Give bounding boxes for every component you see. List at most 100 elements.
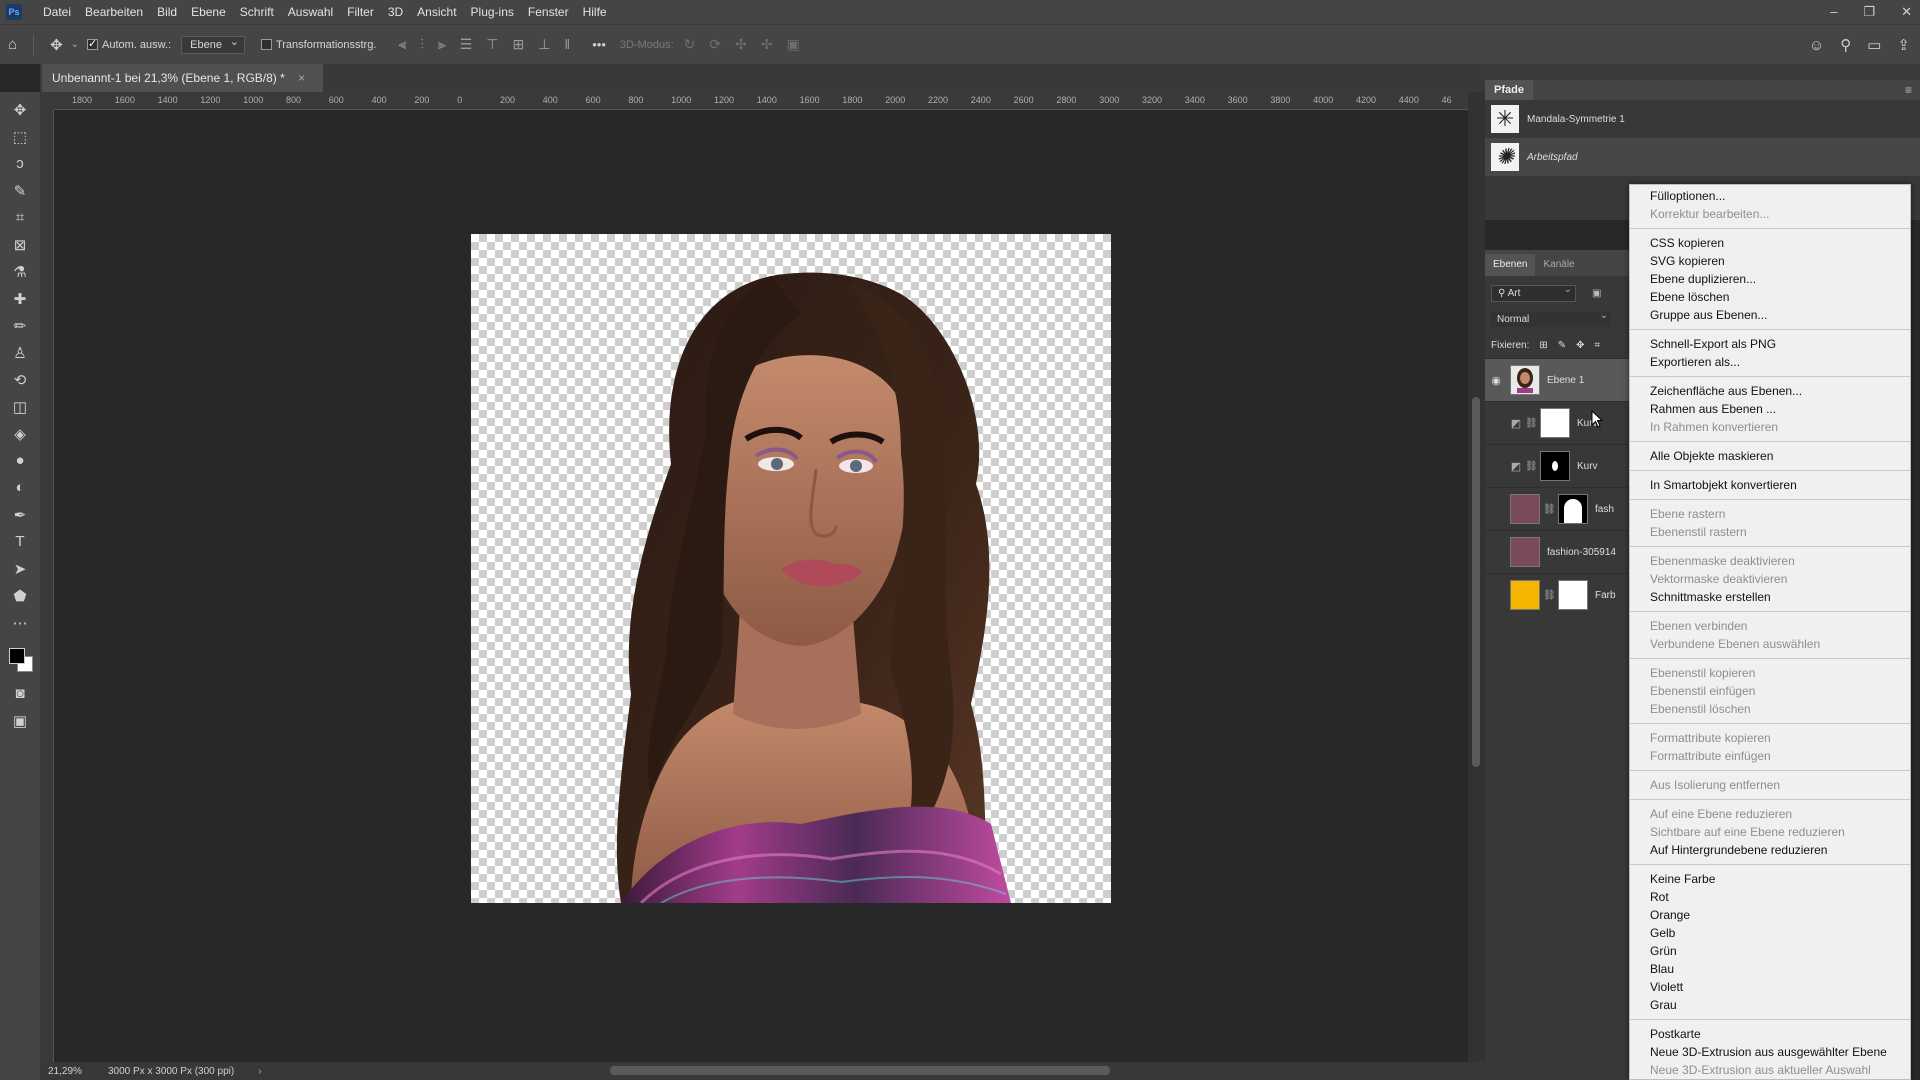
filter-image-icon[interactable]: ▣ bbox=[1592, 288, 1601, 299]
brush-tool-icon[interactable]: ✏ bbox=[5, 312, 35, 339]
align-left-icon[interactable]: ⫷ bbox=[398, 36, 406, 53]
transform-controls-checkbox[interactable]: Transformationsstrg. bbox=[260, 39, 376, 51]
blur-tool-icon[interactable]: ● bbox=[5, 447, 35, 474]
align-right-icon[interactable]: ⫸ bbox=[438, 36, 446, 53]
minimize-button[interactable]: – bbox=[1830, 0, 1837, 24]
panel-collapse-strip[interactable] bbox=[1485, 64, 1920, 80]
panel-menu-icon[interactable]: ≡ bbox=[1905, 83, 1912, 97]
context-menu-item[interactable]: Violett bbox=[1630, 978, 1910, 996]
context-menu-item[interactable]: Grün bbox=[1630, 942, 1910, 960]
menu-datei[interactable]: Datei bbox=[36, 0, 78, 24]
context-menu-item[interactable]: Postkarte bbox=[1630, 1025, 1910, 1043]
layer-row[interactable]: ◩ ⛓ Kurv bbox=[1485, 444, 1630, 487]
layer-row[interactable]: ◩ ⛓ Kurv bbox=[1485, 401, 1630, 444]
user-icon[interactable]: ☺ bbox=[1809, 37, 1824, 54]
horizontal-ruler[interactable]: 1800 1600 1400 1200 1000 800 600 400 200 0 200 400 6… bbox=[54, 92, 1484, 110]
lasso-tool-icon[interactable]: ↄ bbox=[5, 150, 35, 177]
menu-hilfe[interactable]: Hilfe bbox=[576, 0, 614, 24]
scrollbar-thumb[interactable] bbox=[1472, 397, 1480, 767]
context-menu-item[interactable]: Alle Objekte maskieren bbox=[1630, 447, 1910, 465]
layer-row[interactable]: ⛓ Farb bbox=[1485, 573, 1630, 616]
align-middle-icon[interactable]: ⊞ bbox=[512, 36, 524, 53]
marquee-tool-icon[interactable]: ⬚ bbox=[5, 123, 35, 150]
history-brush-tool-icon[interactable]: ⟲ bbox=[5, 366, 35, 393]
shape-tool-icon[interactable]: ⬟ bbox=[5, 582, 35, 609]
lock-artboard-icon[interactable]: ⌗ bbox=[1595, 340, 1601, 351]
context-menu-item[interactable]: In Smartobjekt konvertieren bbox=[1630, 476, 1910, 494]
context-menu-item[interactable]: Grau bbox=[1630, 996, 1910, 1014]
3d-roll-icon[interactable]: ⟳ bbox=[709, 36, 721, 53]
context-menu-item[interactable]: Schnittmaske erstellen bbox=[1630, 588, 1910, 606]
tool-preset-chevron-icon[interactable]: ⌄ bbox=[71, 39, 79, 50]
quick-selection-tool-icon[interactable]: ✎ bbox=[5, 177, 35, 204]
menu-3d[interactable]: 3D bbox=[381, 0, 410, 24]
more-tools-icon[interactable]: ⋯ bbox=[5, 609, 35, 636]
document-info[interactable]: 3000 Px x 3000 Px (300 ppi) bbox=[108, 1066, 234, 1077]
checkbox-checked-icon[interactable] bbox=[87, 37, 99, 50]
context-menu-item[interactable]: Blau bbox=[1630, 960, 1910, 978]
context-menu-item[interactable]: Rot bbox=[1630, 888, 1910, 906]
path-selection-tool-icon[interactable]: ➤ bbox=[5, 555, 35, 582]
3d-orbit-icon[interactable]: ↻ bbox=[684, 36, 696, 53]
context-menu-item[interactable]: Orange bbox=[1630, 906, 1910, 924]
close-tab-icon[interactable]: × bbox=[298, 71, 305, 85]
color-swatches[interactable] bbox=[5, 640, 35, 680]
context-menu-item[interactable]: Gruppe aus Ebenen... bbox=[1630, 306, 1910, 324]
context-menu-item[interactable]: SVG kopieren bbox=[1630, 252, 1910, 270]
menu-auswahl[interactable]: Auswahl bbox=[281, 0, 340, 24]
home-icon[interactable]: ⌂ bbox=[8, 36, 17, 53]
lock-pixels-icon[interactable]: ✎ bbox=[1558, 340, 1566, 351]
lock-transparency-icon[interactable]: ⊞ bbox=[1539, 340, 1547, 351]
crop-tool-icon[interactable]: ⌗ bbox=[5, 204, 35, 231]
move-tool-icon[interactable]: ✥ bbox=[50, 36, 63, 54]
3d-camera-icon[interactable]: ▣ bbox=[787, 36, 800, 53]
path-item[interactable]: ✺ Arbeitspfad bbox=[1485, 138, 1920, 176]
lock-position-icon[interactable]: ✥ bbox=[1576, 340, 1584, 351]
share-icon[interactable]: ⇪ bbox=[1897, 36, 1910, 54]
tab-ebenen[interactable]: Ebenen bbox=[1485, 254, 1536, 276]
menu-plugins[interactable]: Plug-ins bbox=[464, 0, 521, 24]
context-menu-item[interactable]: Ebene duplizieren... bbox=[1630, 270, 1910, 288]
paths-tab[interactable]: Pfade bbox=[1485, 80, 1533, 100]
dodge-tool-icon[interactable]: ◐ bbox=[5, 474, 35, 501]
menu-filter[interactable]: Filter bbox=[340, 0, 381, 24]
clone-stamp-tool-icon[interactable]: ♙ bbox=[5, 339, 35, 366]
context-menu-item[interactable]: Rahmen aus Ebenen ... bbox=[1630, 400, 1910, 418]
context-menu-item[interactable]: Auf Hintergrundebene reduzieren bbox=[1630, 841, 1910, 859]
distribute-icon[interactable]: ☰ bbox=[460, 36, 473, 53]
zoom-level[interactable]: 21,29% bbox=[48, 1066, 98, 1077]
context-menu-item[interactable]: Gelb bbox=[1630, 924, 1910, 942]
align-top-icon[interactable]: ⊤ bbox=[486, 36, 498, 53]
auto-select-checkbox[interactable]: Autom. ausw.: bbox=[87, 37, 171, 51]
menu-fenster[interactable]: Fenster bbox=[521, 0, 576, 24]
3d-pan-icon[interactable]: ✣ bbox=[735, 36, 747, 53]
layer-filter-dropdown[interactable]: ⚲ Art bbox=[1491, 284, 1576, 302]
healing-brush-tool-icon[interactable]: ✚ bbox=[5, 285, 35, 312]
layer-row[interactable]: fashion-305914 bbox=[1485, 530, 1630, 573]
eyedropper-tool-icon[interactable]: ⚗ bbox=[5, 258, 35, 285]
tab-kanaele[interactable]: Kanäle bbox=[1535, 254, 1582, 276]
menu-bild[interactable]: Bild bbox=[150, 0, 184, 24]
status-chevron-icon[interactable]: › bbox=[258, 1066, 261, 1077]
context-menu-item[interactable]: Keine Farbe bbox=[1630, 870, 1910, 888]
distribute-vertical-icon[interactable]: ‖ bbox=[564, 36, 570, 53]
context-menu-item[interactable]: Schnell-Export als PNG bbox=[1630, 335, 1910, 353]
layer-row[interactable]: ◉ Ebene 1 bbox=[1485, 358, 1630, 401]
align-center-icon[interactable]: ⫶ bbox=[420, 36, 424, 53]
search-icon[interactable]: ⚲ bbox=[1840, 36, 1851, 54]
vertical-scrollbar[interactable] bbox=[1468, 92, 1485, 1062]
3d-slide-icon[interactable]: ✢ bbox=[761, 36, 773, 53]
frame-tool-icon[interactable]: ⊠ bbox=[5, 231, 35, 258]
canvas-area[interactable] bbox=[54, 110, 1468, 1062]
move-tool-icon[interactable]: ✥ bbox=[5, 96, 35, 123]
path-item[interactable]: ✳ Mandala-Symmetrie 1 bbox=[1485, 100, 1920, 138]
context-menu-item[interactable]: Fülloptionen... bbox=[1630, 187, 1910, 205]
restore-button[interactable]: ❐ bbox=[1863, 0, 1875, 24]
checkbox-unchecked-icon[interactable] bbox=[260, 39, 272, 50]
vertical-ruler[interactable] bbox=[40, 110, 54, 1062]
menu-bearbeiten[interactable]: Bearbeiten bbox=[78, 0, 150, 24]
auto-select-target-dropdown[interactable]: Ebene bbox=[181, 35, 245, 54]
quick-mask-icon[interactable]: ◙ bbox=[5, 680, 35, 707]
menu-ebene[interactable]: Ebene bbox=[184, 0, 233, 24]
close-button[interactable]: ✕ bbox=[1901, 0, 1912, 24]
